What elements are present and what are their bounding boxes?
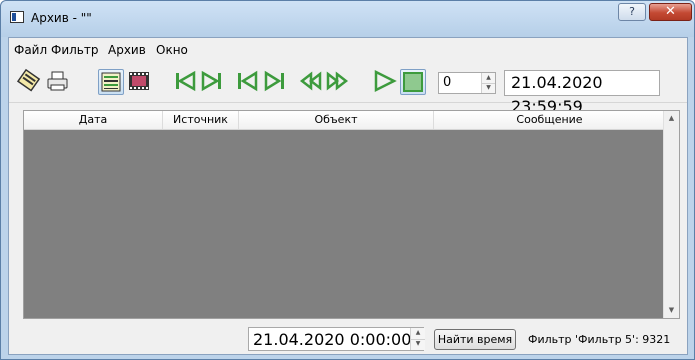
print-icon: [47, 71, 68, 91]
film-view-button[interactable]: [126, 67, 152, 95]
app-icon: [10, 11, 24, 23]
close-button[interactable]: ✕: [649, 3, 692, 21]
speed-value: 0: [443, 75, 452, 90]
skip-prev-button[interactable]: [234, 67, 260, 95]
archive-window: Архив - "" ? ✕ Файл Фильтр Архив Окно 0 …: [0, 0, 695, 360]
vertical-scrollbar[interactable]: ▲ ▼: [663, 111, 679, 318]
bottom-bar: 21.04.2020 0:00:00 ▲ ▼ Найти время Фильт…: [9, 324, 687, 354]
rewind-button[interactable]: [298, 67, 324, 95]
film-view-icon: [129, 72, 149, 90]
column-source[interactable]: Источник: [163, 111, 239, 129]
play-button[interactable]: [371, 67, 397, 95]
open-archive-icon: [16, 68, 41, 92]
help-button[interactable]: ?: [618, 3, 646, 21]
find-time-button[interactable]: Найти время: [434, 329, 516, 350]
skip-next-button[interactable]: [262, 67, 288, 95]
search-time-value: 21.04.2020 0:00:00: [253, 330, 412, 349]
open-archive-button[interactable]: [15, 67, 41, 95]
title-bar[interactable]: Архив - "" ? ✕: [1, 1, 694, 37]
rewind-icon: [299, 71, 322, 91]
events-table[interactable]: Дата Источник Объект Сообщение ▲ ▼: [23, 110, 680, 319]
client-area: Файл Фильтр Архив Окно 0 ▲ ▼ 21.04.2020 …: [8, 37, 688, 355]
speed-spinbox[interactable]: 0 ▲ ▼: [438, 72, 496, 94]
menu-bar: Файл Фильтр Архив Окно: [9, 38, 687, 62]
time-down-icon[interactable]: ▼: [411, 339, 425, 350]
search-time-input[interactable]: 21.04.2020 0:00:00 ▲ ▼: [248, 327, 425, 351]
menu-filter[interactable]: Фильтр: [51, 43, 98, 57]
column-date[interactable]: Дата: [24, 111, 163, 129]
menu-window[interactable]: Окно: [156, 43, 188, 57]
column-object[interactable]: Объект: [239, 111, 434, 129]
skip-prev-icon: [238, 70, 258, 92]
scroll-up-icon[interactable]: ▲: [664, 111, 679, 126]
play-icon: [374, 69, 397, 93]
stop-icon: [403, 72, 423, 92]
menu-file[interactable]: Файл: [14, 43, 47, 57]
print-button[interactable]: [44, 67, 70, 95]
menu-archive[interactable]: Архив: [108, 43, 146, 57]
stop-button[interactable]: [400, 69, 426, 95]
column-message[interactable]: Сообщение: [434, 111, 665, 129]
fast-forward-button[interactable]: [324, 67, 350, 95]
skip-first-icon: [176, 70, 196, 92]
window-title: Архив - "": [31, 11, 92, 25]
list-view-button[interactable]: [98, 69, 124, 95]
step-back-icon: [201, 70, 221, 92]
toolbar: 0 ▲ ▼ 21.04.2020 23:59:59: [9, 62, 687, 116]
list-view-icon: [101, 72, 121, 92]
speed-spin-buttons: ▲ ▼: [481, 73, 495, 93]
time-spin-buttons: ▲ ▼: [410, 328, 425, 350]
skip-first-button[interactable]: [172, 67, 198, 95]
table-header: Дата Источник Объект Сообщение: [24, 111, 665, 130]
step-back-button[interactable]: [199, 67, 225, 95]
fast-forward-icon: [326, 71, 349, 91]
skip-next-icon: [264, 70, 284, 92]
spin-down-icon[interactable]: ▼: [482, 83, 495, 93]
scroll-down-icon[interactable]: ▼: [664, 303, 679, 318]
current-datetime-display: 21.04.2020 23:59:59: [504, 70, 660, 116]
filter-status: Фильтр 'Фильтр 5': 9321: [528, 333, 671, 346]
